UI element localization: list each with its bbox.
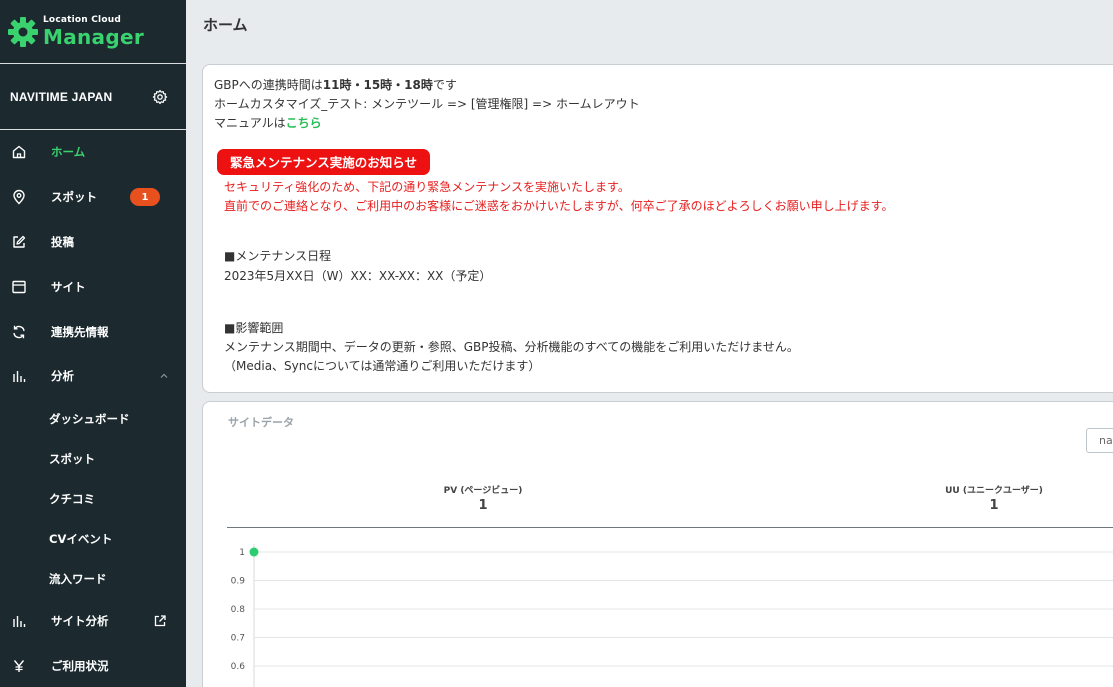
schedule-heading: ■メンテナンス日程 bbox=[224, 249, 332, 263]
maintenance-alert-badge: 緊急メンテナンス実施のお知らせ bbox=[217, 149, 431, 175]
notice-card: GBPへの連携時間は11時・15時・18時です ホームカスタマイズ_テスト: メ… bbox=[202, 64, 1113, 393]
scope-text-1: メンテナンス期間中、データの更新・参照、GBP投稿、分析機能のすべての機能をご利… bbox=[224, 340, 799, 354]
scope-heading: ■影響範囲 bbox=[224, 321, 284, 335]
sync-time-prefix: GBPへの連携時間は bbox=[214, 78, 323, 92]
sync-time-suffix: です bbox=[432, 78, 457, 92]
sidebar-item-site[interactable]: サイト bbox=[0, 264, 186, 309]
sidebar-item-analysis[interactable]: 分析 bbox=[0, 354, 186, 399]
gear-logo-icon bbox=[8, 16, 38, 47]
sidebar-subitem-reviews[interactable]: クチコミ bbox=[0, 479, 186, 519]
sidebar-item-spot[interactable]: スポット 1 bbox=[0, 175, 186, 220]
sidebar-item-usage[interactable]: ご利用状況 bbox=[0, 644, 186, 687]
chart-y-tick-label: 0.8 bbox=[231, 605, 246, 615]
chart-data-point[interactable] bbox=[249, 547, 259, 557]
account-name: NAVITIME JAPAN bbox=[10, 89, 113, 104]
sidebar-item-label: 投稿 bbox=[51, 234, 74, 249]
pv-value: 1 bbox=[478, 498, 488, 513]
sidebar-item-post[interactable]: 投稿 bbox=[0, 220, 186, 265]
sidebar-subitem-cv-event[interactable]: CVイベント bbox=[0, 519, 186, 559]
schedule-value: 2023年5月XX日（W）XX：XX-XX：XX（予定） bbox=[224, 269, 492, 283]
sidebar-item-label: ご利用状況 bbox=[51, 658, 109, 673]
sidebar-item-label: サイト分析 bbox=[51, 614, 109, 629]
chevron-up-icon[interactable] bbox=[158, 370, 170, 382]
sidebar-item-label: 連携先情報 bbox=[51, 324, 109, 339]
account-row: NAVITIME JAPAN bbox=[0, 64, 186, 130]
chart-y-tick-label: 0.6 bbox=[231, 662, 246, 672]
brand-logo[interactable]: Location Cloud Manager bbox=[0, 0, 186, 64]
sidebar-item-label: サイト bbox=[51, 279, 86, 294]
chart-y-tick-label: 0.9 bbox=[231, 577, 246, 587]
settings-gear-icon[interactable] bbox=[152, 89, 168, 105]
sidebar-subitem-label: 流入ワード bbox=[49, 571, 107, 586]
site-data-title: サイトデータ bbox=[228, 416, 294, 429]
brand-big-text: Manager bbox=[43, 25, 144, 49]
sync-icon bbox=[13, 325, 25, 338]
sync-time-line: GBPへの連携時間は11時・15時・18時です bbox=[214, 76, 457, 95]
manual-line: マニュアルはこちら bbox=[214, 114, 322, 133]
external-link-icon bbox=[154, 615, 166, 627]
sidebar-item-linked-info[interactable]: 連携先情報 bbox=[0, 309, 186, 354]
sidebar-item-home[interactable]: ホーム bbox=[0, 130, 186, 175]
sidebar-subitem-spot[interactable]: スポット bbox=[0, 439, 186, 479]
map-pin-icon bbox=[13, 190, 25, 205]
sidebar-subitem-inflow-word[interactable]: 流入ワード bbox=[0, 559, 186, 599]
page-title: ホーム bbox=[203, 16, 248, 34]
page-header: ホーム bbox=[186, 0, 1113, 46]
maintenance-red-text-1: セキュリティ強化のため、下記の通り緊急メンテナンスを実施いたします。 bbox=[224, 180, 630, 194]
yen-icon bbox=[13, 660, 25, 672]
sidebar-item-label: ホーム bbox=[51, 145, 86, 160]
sidebar: Location Cloud Manager NAVITIME JAPAN ホー… bbox=[0, 0, 186, 687]
pv-label: PV (ページビュー) bbox=[443, 486, 523, 496]
sidebar-subitem-label: クチコミ bbox=[49, 491, 95, 506]
site-data-chart: 1 0.9 0.8 0.7 0.6 bbox=[231, 544, 1113, 687]
sidebar-item-label: スポット bbox=[51, 190, 97, 205]
spot-count-badge: 1 bbox=[130, 188, 160, 207]
chart-y-tick-label: 0.7 bbox=[231, 634, 245, 644]
maintenance-red-text-2: 直前でのご連絡となり、ご利用中のお客様にご迷惑をおかけいたしますが、何卒ご了承の… bbox=[224, 199, 894, 213]
sidebar-subitem-label: ダッシュボード bbox=[49, 411, 130, 426]
sidebar-nav: ホーム スポット 1 投稿 サイト 連携先情報 分析 ダッシュボード スポット … bbox=[0, 130, 186, 687]
sidebar-item-site-analysis[interactable]: サイト分析 bbox=[0, 599, 186, 644]
edit-icon bbox=[13, 235, 26, 248]
customize-line: ホームカスタマイズ_テスト: メンテツール => [管理権限] => ホームレア… bbox=[214, 97, 640, 111]
chart-y-tick-label: 1 bbox=[239, 548, 245, 558]
scope-text-2: （Media、Syncについては通常通りご利用いただけます） bbox=[224, 359, 541, 373]
home-icon bbox=[12, 146, 26, 159]
sidebar-subitem-label: CVイベント bbox=[49, 531, 113, 546]
uu-label: UU (ユニークユーザー) bbox=[945, 486, 1043, 496]
uu-value: 1 bbox=[989, 498, 999, 513]
metrics-divider bbox=[227, 527, 1113, 528]
browser-window-icon bbox=[12, 280, 26, 293]
brand-small-text: Location Cloud bbox=[43, 15, 121, 25]
bar-chart-icon bbox=[13, 371, 26, 383]
manual-prefix: マニュアルは bbox=[214, 116, 286, 130]
sidebar-subitem-dashboard[interactable]: ダッシュボード bbox=[0, 399, 186, 439]
manual-link[interactable]: こちら bbox=[286, 116, 322, 130]
sidebar-item-label: 分析 bbox=[51, 369, 74, 384]
sidebar-subitem-label: スポット bbox=[49, 451, 95, 466]
sync-time-hours: 11時・15時・18時 bbox=[322, 78, 433, 92]
site-select-dropdown[interactable]: nav bbox=[1086, 428, 1113, 453]
bar-chart-icon bbox=[13, 616, 26, 628]
